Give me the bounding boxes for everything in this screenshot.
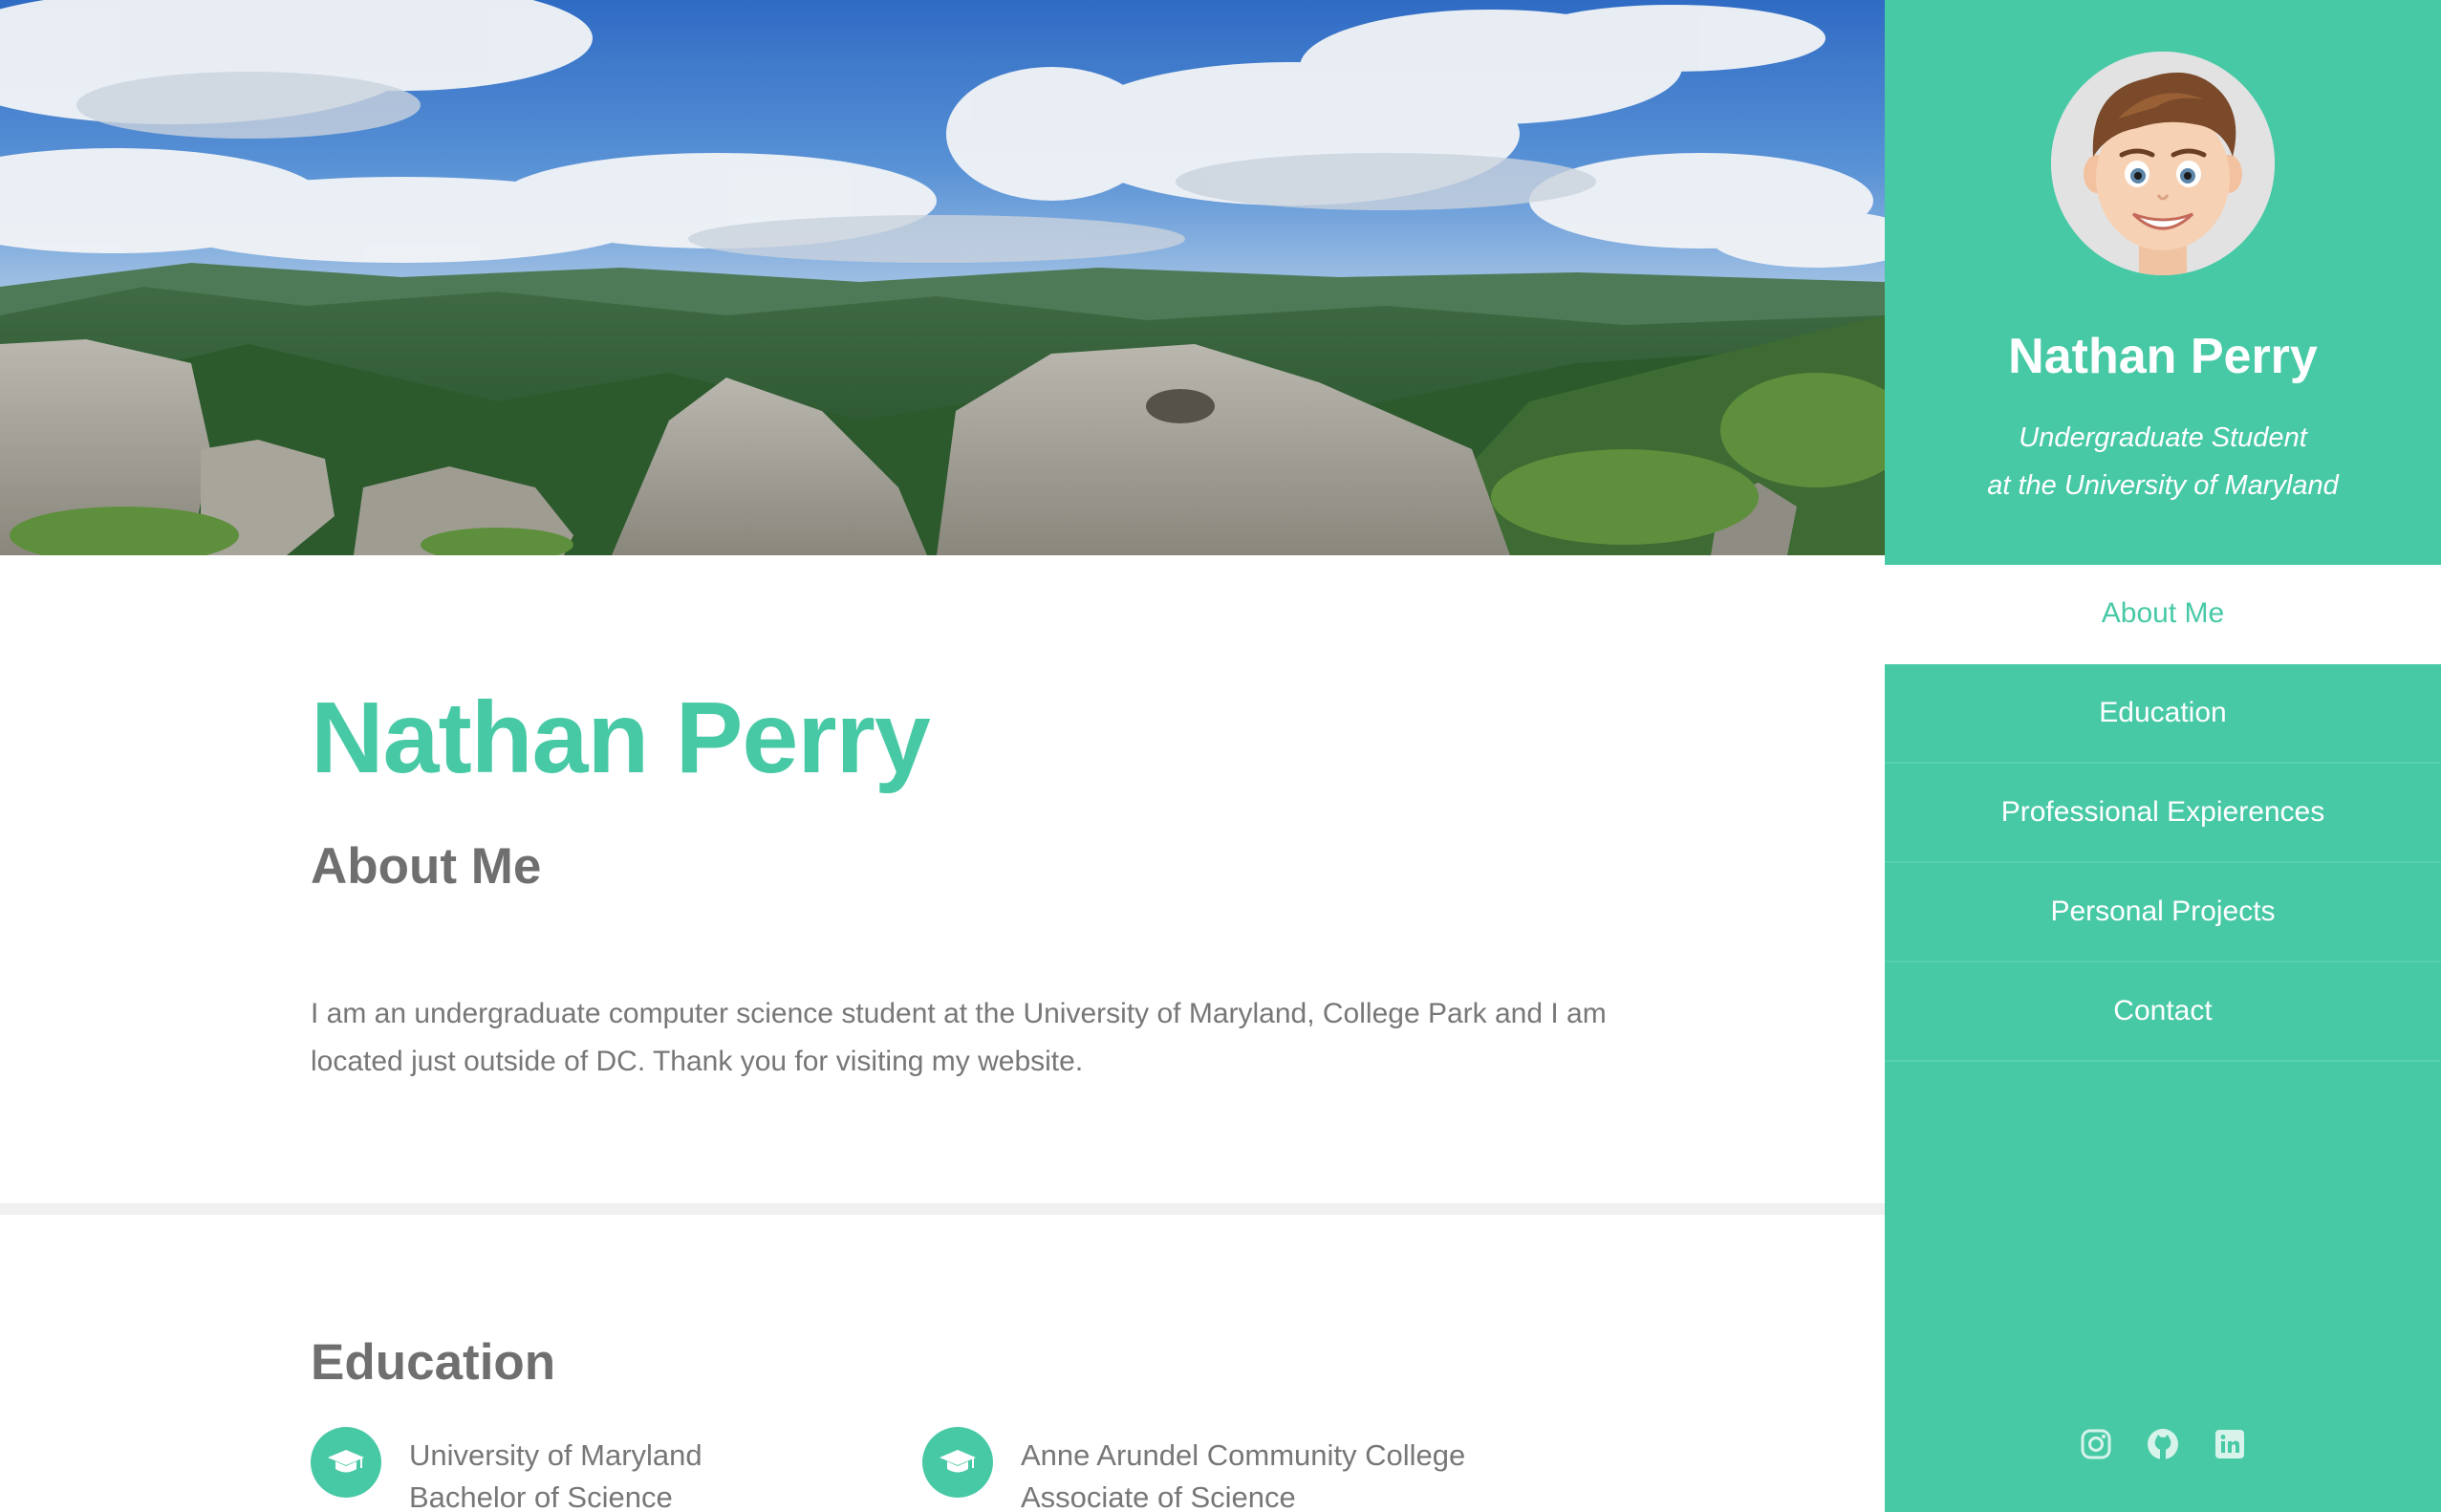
nav-item-about-me[interactable]: About Me	[1885, 565, 2441, 664]
about-heading: About Me	[311, 838, 542, 895]
education-degree: Bachelor of Science	[409, 1480, 673, 1512]
header-banner-image	[0, 0, 1885, 555]
avatar	[2051, 52, 2275, 275]
education-school: Anne Arundel Community College	[1021, 1438, 1466, 1472]
sidebar-nav: About Me Education Professional Expieren…	[1885, 565, 2441, 1062]
instagram-icon[interactable]	[2079, 1427, 2113, 1461]
sidebar: Nathan Perry Undergraduate Student at th…	[1885, 0, 2441, 1512]
sidebar-subtitle: at the University of Maryland	[1987, 470, 2339, 501]
education-degree: Associate of Science	[1021, 1480, 1296, 1512]
nav-item-education[interactable]: Education	[1885, 664, 2441, 764]
section-divider	[0, 1203, 1885, 1215]
graduation-cap-icon	[922, 1427, 993, 1498]
graduation-cap-icon	[311, 1427, 381, 1498]
sidebar-subtitle: Undergraduate Student	[2019, 422, 2307, 453]
education-heading: Education	[311, 1334, 556, 1391]
page-title: Nathan Perry	[311, 681, 931, 794]
github-icon[interactable]	[2146, 1427, 2180, 1461]
education-school: University of Maryland	[409, 1438, 702, 1472]
education-section: Education University of Maryland Bachelo…	[0, 1215, 1885, 1512]
about-section: Nathan Perry About Me I am an undergradu…	[0, 555, 1885, 1203]
nav-item-professional-experiences[interactable]: Professional Expierences	[1885, 764, 2441, 863]
nav-item-personal-projects[interactable]: Personal Projects	[1885, 863, 2441, 962]
social-links	[1885, 1427, 2441, 1465]
education-item: University of Maryland Bachelor of Scien…	[311, 1427, 846, 1512]
education-item: Anne Arundel Community College Associate…	[922, 1427, 1591, 1512]
linkedin-icon[interactable]	[2213, 1427, 2247, 1461]
sidebar-name: Nathan Perry	[2008, 329, 2318, 384]
main-content: Nathan Perry About Me I am an undergradu…	[0, 0, 1885, 1512]
about-description: I am an undergraduate computer science s…	[311, 998, 1607, 1077]
nav-item-contact[interactable]: Contact	[1885, 962, 2441, 1062]
